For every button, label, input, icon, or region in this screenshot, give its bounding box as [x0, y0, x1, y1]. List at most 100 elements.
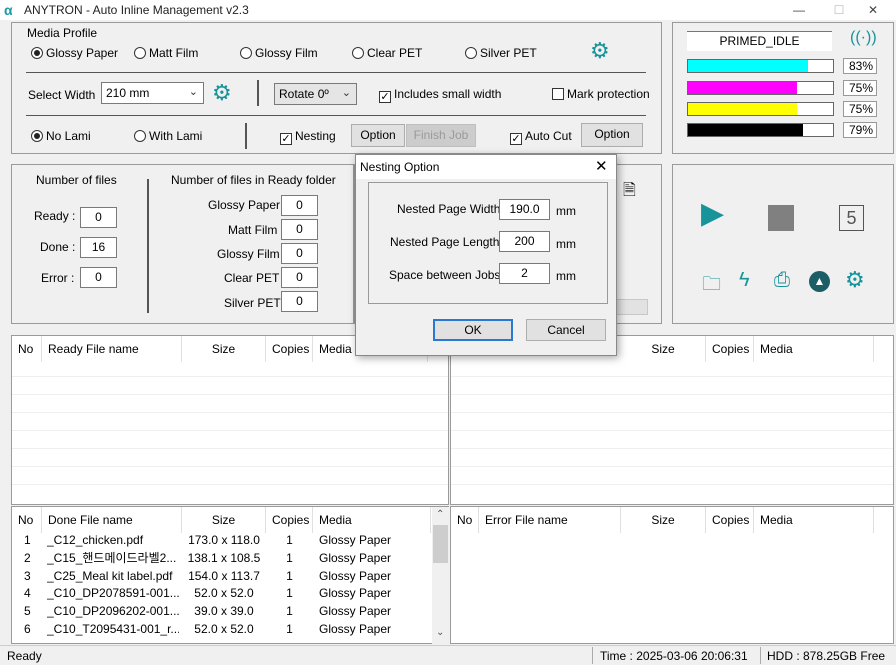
folder-label-glossy-film: Glossy Film: [217, 247, 280, 261]
scrollbar-thumb[interactable]: [433, 525, 448, 563]
radio-label: Glossy Film: [255, 46, 318, 60]
right-top-table[interactable]: Size Copies Media: [450, 335, 894, 505]
folder-icon[interactable]: 🗀: [702, 270, 721, 302]
grid-line: [12, 376, 448, 377]
cancel-button[interactable]: Cancel: [526, 319, 606, 341]
column-header[interactable]: Size: [182, 507, 266, 533]
nesting-checkbox[interactable]: ✓ Nesting: [280, 129, 336, 145]
radio-glossy-paper[interactable]: Glossy Paper: [31, 46, 118, 60]
document-icon[interactable]: 🗎: [623, 179, 636, 206]
includes-small-width-checkbox[interactable]: ✓ Includes small width: [379, 87, 501, 103]
ready-table[interactable]: No Ready File name Size Copies Media: [11, 335, 449, 505]
column-header[interactable]: Ready File name: [42, 336, 182, 362]
space-between-input[interactable]: 2: [499, 263, 550, 284]
printer-icon[interactable]: ⎙: [774, 269, 790, 292]
radio-no-lami[interactable]: No Lami: [31, 129, 91, 143]
ink-level-bar: [687, 102, 834, 116]
folder-count-glossy-film: 0: [281, 243, 318, 264]
stop-icon[interactable]: [768, 205, 794, 231]
file-counts-group: Number of files Ready : 0 Done : 16 Erro…: [11, 164, 354, 324]
ink-level-fill: [688, 60, 809, 72]
table-cell: 4: [24, 586, 31, 601]
checkbox-label: Includes small width: [394, 87, 502, 101]
scrollbar[interactable]: ⌃ ⌄: [432, 507, 449, 644]
app-logo-button-icon[interactable]: ▲: [809, 271, 830, 292]
table-cell: _C10_DP2096202-001...: [47, 604, 179, 619]
table-cell: Glossy Paper: [319, 533, 392, 547]
scroll-down-icon[interactable]: ⌄: [436, 627, 444, 638]
divider: [257, 80, 259, 106]
width-settings-gear-icon[interactable]: ⚙: [212, 82, 232, 104]
error-label: Error :: [41, 271, 75, 285]
table-cell: _C10_T2095431-001_r...: [47, 622, 179, 636]
radio-glossy-film[interactable]: Glossy Film: [240, 46, 318, 60]
dialog-close-icon[interactable]: ✕: [595, 157, 608, 175]
unit-label: mm: [556, 204, 576, 218]
close-button[interactable]: ✕: [850, 0, 896, 20]
column-header[interactable]: Media: [754, 336, 874, 362]
column-header[interactable]: Media: [754, 507, 874, 533]
column-header[interactable]: Copies: [266, 336, 313, 362]
scroll-up-icon[interactable]: ⌃: [436, 509, 444, 520]
column-header[interactable]: Done File name: [42, 507, 182, 533]
table-row[interactable]: 5 _C10_DP2096202-001... 39.0 x 39.0 1 Glossy…: [12, 603, 432, 621]
grid-line: [451, 484, 893, 485]
table-cell: 5: [24, 604, 31, 619]
table-row[interactable]: 4 _C10_DP2078591-001... 52.0 x 52.0 1 Glossy…: [12, 585, 432, 603]
done-table[interactable]: No Done File name Size Copies Media 1 _C1…: [11, 506, 449, 644]
table-row[interactable]: 1 _C12_chicken.pdf 173.0 x 118.0 1 Glossy Pa…: [12, 532, 432, 550]
table-row[interactable]: 6 _C10_T2095431-001_r... 52.0 x 52.0 1 Gloss…: [12, 621, 432, 639]
finish-job-button[interactable]: Finish Job: [406, 124, 476, 147]
column-header[interactable]: Copies: [706, 336, 754, 362]
table-cell: 173.0 x 118.0: [188, 533, 260, 547]
radio-clear-pet[interactable]: Clear PET: [352, 46, 422, 60]
checkbox-label: Mark protection: [567, 87, 650, 101]
play-icon[interactable]: ▶: [701, 199, 724, 229]
radio-label: Silver PET: [480, 46, 537, 60]
ink-level-bar: [687, 59, 834, 73]
printer-status-group: PRIMED_IDLE ((·)) 83% 75% 75% 79%: [672, 22, 894, 154]
lightning-icon[interactable]: ϟ: [739, 269, 750, 292]
radio-label: Matt Film: [149, 46, 199, 60]
nesting-option-button[interactable]: Option: [351, 124, 405, 147]
auto-cut-checkbox[interactable]: ✓ Auto Cut: [510, 129, 572, 145]
mark-protection-checkbox[interactable]: Mark protection: [552, 87, 650, 101]
auto-cut-option-button[interactable]: Option: [581, 123, 643, 147]
folder-label-clear-pet: Clear PET: [224, 271, 280, 285]
column-header[interactable]: No: [12, 507, 42, 533]
column-header[interactable]: No: [451, 507, 479, 533]
ink-level-bar: [687, 81, 834, 95]
radio-silver-pet[interactable]: Silver PET: [465, 46, 537, 60]
column-header[interactable]: Size: [621, 336, 706, 362]
column-header[interactable]: Copies: [266, 507, 313, 533]
column-header[interactable]: Size: [182, 336, 266, 362]
ink-level-percent: 83%: [843, 58, 877, 74]
column-header[interactable]: Copies: [706, 507, 754, 533]
width-select[interactable]: 210 mm ⌄: [101, 82, 204, 104]
column-header[interactable]: No: [12, 336, 42, 362]
grid-line: [451, 448, 893, 449]
app-logo-icon: α: [4, 2, 13, 18]
nested-width-input[interactable]: 190.0: [499, 199, 550, 220]
ok-button[interactable]: OK: [433, 319, 513, 341]
radio-with-lami[interactable]: With Lami: [134, 129, 202, 143]
table-cell: _C15_핸드메이드라벨2...: [47, 550, 177, 565]
status-hdd: HDD : 878.25GB Free: [767, 649, 886, 663]
column-header[interactable]: Media: [313, 507, 431, 533]
grid-line: [12, 448, 448, 449]
ready-folder-title: Number of files in Ready folder: [171, 173, 336, 187]
nested-length-input[interactable]: 200: [499, 231, 550, 252]
settings-gear-icon[interactable]: ⚙: [845, 269, 865, 291]
ready-count: 0: [80, 207, 117, 228]
column-header[interactable]: Size: [621, 507, 706, 533]
table-row[interactable]: 2 _C15_핸드메이드라벨2... 138.1 x 108.5 1 Glossy Pa…: [12, 550, 432, 568]
rotate-select[interactable]: Rotate 0º ⌄: [274, 83, 357, 105]
radio-matt-film[interactable]: Matt Film: [134, 46, 198, 60]
table-cell: 1: [286, 550, 293, 565]
controls-group: ▶ 5 🗀 ϟ ⎙ ▲ ⚙: [672, 164, 894, 324]
divider: [760, 647, 761, 664]
table-row[interactable]: 3 _C25_Meal kit label.pdf 154.0 x 113.7 1 Gl…: [12, 568, 432, 586]
media-settings-gear-icon[interactable]: ⚙: [590, 40, 610, 62]
column-header[interactable]: Error File name: [479, 507, 621, 533]
error-table[interactable]: No Error File name Size Copies Media: [450, 506, 894, 644]
